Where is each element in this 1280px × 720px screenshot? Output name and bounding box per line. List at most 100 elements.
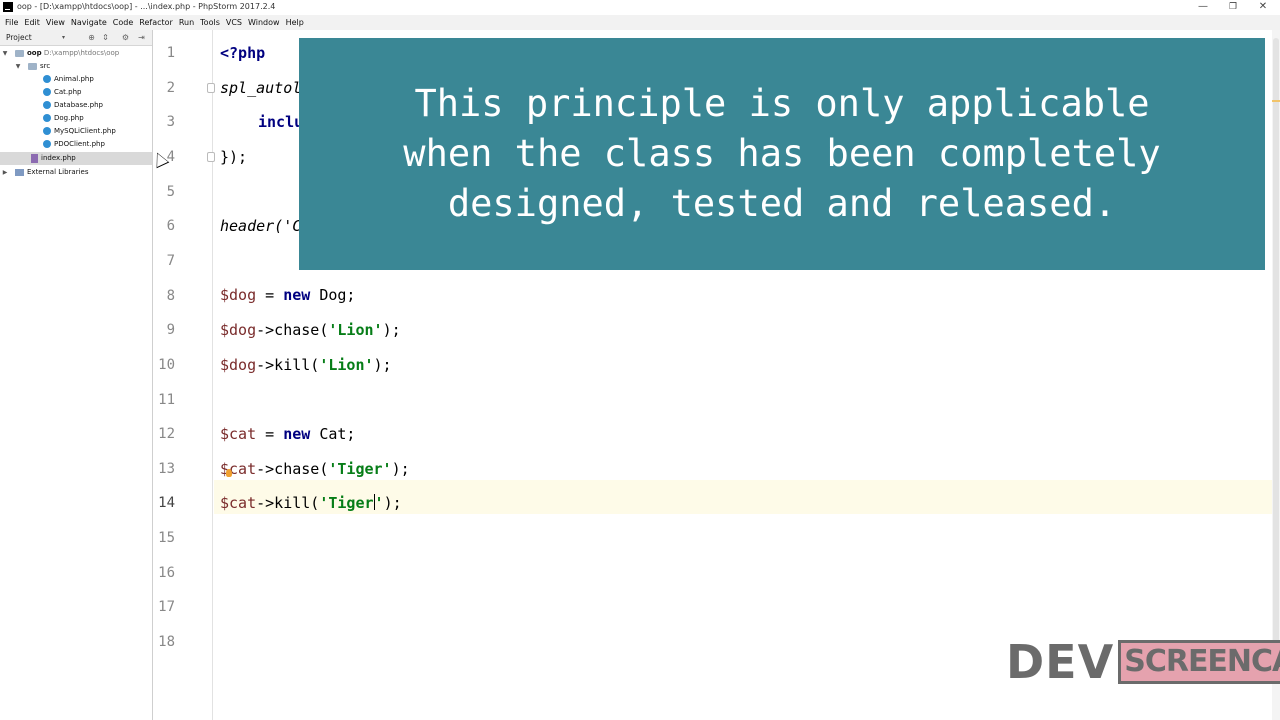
minimize-button[interactable]: — [1188,0,1218,14]
menu-code[interactable]: Code [110,15,136,30]
editor-scrollbar[interactable] [1272,30,1280,720]
caption-line-2: when the class has been completely [403,132,1161,175]
chevron-down-icon[interactable]: ▾ [62,30,65,46]
close-button[interactable]: ✕ [1248,0,1278,14]
chevron-down-icon[interactable]: ▼ [1,47,9,60]
tree-file-database[interactable]: Database.php [0,99,152,112]
line-number: 15 [158,530,175,546]
variable-token: $dog [220,356,257,374]
php-class-icon [43,75,51,83]
tree-file-cat[interactable]: Cat.php [0,86,152,99]
devscreencast-watermark: DEV SCREENCAST [1006,638,1280,686]
method-call: ->kill( [256,494,320,512]
tree-file-label: Dog.php [54,114,84,122]
string-token: 'Lion' [328,321,383,339]
code-text: ); [383,494,402,512]
line-number: 5 [166,184,175,200]
collapse-icon[interactable]: ⇕ [100,32,111,43]
menu-refactor[interactable]: Refactor [136,15,176,30]
tree-file-label: index.php [41,154,76,162]
tree-file-dog[interactable]: Dog.php [0,112,152,125]
watermark-dev: DEV [1006,635,1115,689]
line-number: 16 [158,565,175,581]
menu-edit[interactable]: Edit [21,15,43,30]
project-panel-title[interactable]: Project [6,30,32,46]
line-number: 10 [158,357,175,373]
caption-line-1: This principle is only applicable [414,82,1150,125]
line-number: 6 [166,218,175,234]
library-icon [15,169,24,176]
menu-file[interactable]: File [2,15,21,30]
code-line-2: spl_autol [220,78,301,98]
code-line-1: <?php [220,43,265,63]
tree-root-path: D:\xampp\htdocs\oop [43,49,120,57]
hide-icon[interactable]: ⇥ [136,32,147,43]
line-number: 17 [158,599,175,615]
line-number-current: 14 [158,495,175,511]
tree-file-index[interactable]: index.php [0,152,152,165]
variable-token: $dog [220,286,257,304]
caption-overlay: This principle is only applicable when t… [299,38,1265,270]
tree-file-animal[interactable]: Animal.php [0,73,152,86]
tree-file-label: Cat.php [54,88,82,96]
operator-token: = [256,425,284,443]
menu-help[interactable]: Help [283,15,307,30]
menu-window[interactable]: Window [245,15,283,30]
keyword-token: new [283,425,311,443]
menu-navigate[interactable]: Navigate [68,15,110,30]
php-class-icon [43,88,51,96]
scrollbar-thumb[interactable] [1273,38,1279,658]
code-line-8: $dog = new Dog; [220,285,355,305]
code-line-13: $cat->chase('Tiger'); [220,459,410,479]
folder-icon [15,50,24,57]
php-open-tag: <?php [220,44,266,62]
scroll-marker [1272,100,1280,102]
editor-gutter: 1 2 3 4 5 6 7 8 9 10 11 12 13 14 15 16 1… [153,30,213,720]
menu-view[interactable]: View [43,15,68,30]
phpstorm-logo-icon [3,2,13,12]
tree-file-label: MySQLiClient.php [54,127,116,135]
php-file-icon [31,154,38,163]
tree-file-label: Animal.php [54,75,94,83]
php-class-icon [43,114,51,122]
line-number: 18 [158,634,175,650]
code-text: Cat; [310,425,356,443]
chevron-right-icon[interactable]: ▶ [1,166,9,179]
menu-run[interactable]: Run [176,15,197,30]
string-token: 'Tiger [319,494,374,512]
menu-vcs[interactable]: VCS [223,15,245,30]
gear-icon[interactable]: ⚙ [120,32,131,43]
operator-token: = [256,286,284,304]
tree-external-libraries[interactable]: ▶ External Libraries [0,166,152,179]
string-token: ' [374,494,384,512]
menu-bar: File Edit View Navigate Code Refactor Ru… [0,15,1280,30]
fold-close-icon[interactable] [207,152,215,162]
php-class-icon [43,127,51,135]
locate-icon[interactable]: ⊕ [86,32,97,43]
string-token: 'Tiger' [328,460,392,478]
tree-root-oop[interactable]: ▼ oop D:\xampp\htdocs\oop [0,47,152,60]
tree-root-name: oop [27,49,42,57]
tree-file-mysqliclient[interactable]: MySQLiClient.php [0,125,152,138]
code-text: spl_autol [220,79,302,97]
tree-file-pdoclient[interactable]: PDOClient.php [0,138,152,151]
maximize-button[interactable]: ❐ [1218,0,1248,14]
fold-open-icon[interactable] [207,83,215,93]
line-number: 2 [166,80,175,96]
php-class-icon [43,101,51,109]
variable-token: $dog [220,321,257,339]
method-call: ->chase( [256,321,329,339]
menu-tools[interactable]: Tools [197,15,223,30]
line-number: 13 [158,461,175,477]
project-panel-header: Project ▾ ⊕ ⇕ ⚙ ⇥ [0,30,152,46]
chevron-down-icon[interactable]: ▼ [14,60,22,73]
code-text: }); [220,148,248,166]
intention-bulb-icon[interactable] [226,469,232,477]
caption-text: This principle is only applicable when t… [332,79,1232,229]
method-call: ->chase( [256,460,329,478]
line-number: 7 [166,253,175,269]
line-number: 1 [166,45,175,61]
code-text: ); [373,356,392,374]
tree-folder-src[interactable]: ▼ src [0,60,152,73]
line-number: 9 [166,322,175,338]
